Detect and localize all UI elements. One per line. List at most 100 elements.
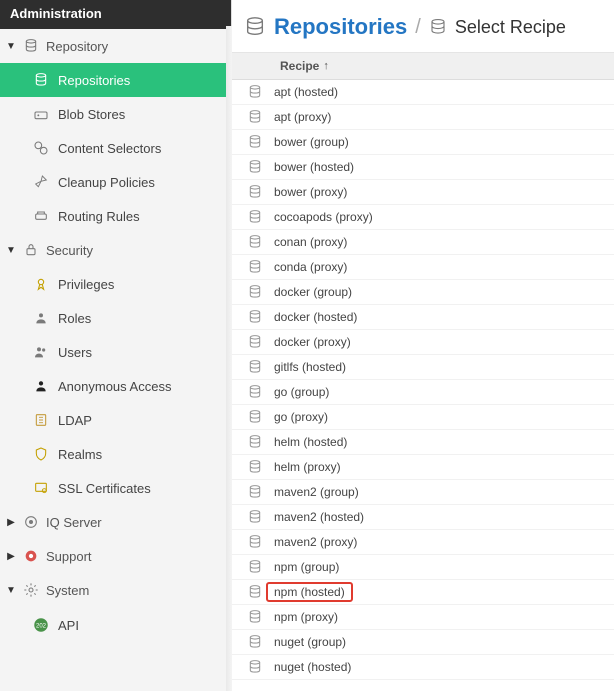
recipe-label: npm (proxy) [274,610,338,624]
nav-item-cleanup-policies[interactable]: Cleanup Policies [0,165,231,199]
roles-icon [32,310,50,326]
recipe-label: docker (proxy) [274,335,351,349]
nav-item-anonymous-access[interactable]: Anonymous Access [0,369,231,403]
nav-item-ssl-certificates[interactable]: SSL Certificates [0,471,231,505]
recipe-row[interactable]: cocoapods (proxy) [232,205,614,230]
db-icon [22,38,40,54]
recipe-label: maven2 (hosted) [274,510,364,524]
recipe-label: nuget (hosted) [274,660,351,674]
nav-item-label: Blob Stores [58,107,125,122]
recipe-label: go (proxy) [274,410,328,424]
caret-right-icon: ▶ [6,551,16,562]
recipe-row[interactable]: conan (proxy) [232,230,614,255]
nav-item-roles[interactable]: Roles [0,301,231,335]
nav-item-label: Content Selectors [58,141,161,156]
recipe-label: gitlfs (hosted) [274,360,346,374]
recipe-row[interactable]: helm (hosted) [232,430,614,455]
recipe-row[interactable]: bower (group) [232,130,614,155]
nav-group-support[interactable]: ▶ Support [0,539,231,573]
caret-down-icon: ▼ [6,245,16,256]
recipe-list: apt (hosted) apt (proxy)bower (group) bowe… [232,80,614,691]
recipe-row[interactable]: apt (proxy) [232,105,614,130]
sidebar: Administration ▼RepositoryRepositoriesBl… [0,0,232,691]
nav-item-label: Realms [58,447,102,462]
recipe-row[interactable]: docker (group) [232,280,614,305]
database-icon [246,209,264,225]
nav-item-routing-rules[interactable]: Routing Rules [0,199,231,233]
recipe-row[interactable]: apt (hosted) [232,80,614,105]
nav-group-security[interactable]: ▼Security [0,233,231,267]
support-icon [22,548,40,564]
recipe-row[interactable]: go (group) [232,380,614,405]
nav-item-privileges[interactable]: Privileges [0,267,231,301]
recipe-label: apt (hosted) [274,85,338,99]
nav-group-label: Support [46,549,92,564]
broom-icon [32,174,50,190]
nav-item-label: Privileges [58,277,114,292]
database-icon [246,184,264,200]
database-icon [246,84,264,100]
database-icon [246,659,264,675]
nav-group-iq-server[interactable]: ▶IQ Server [0,505,231,539]
recipe-row[interactable]: conda (proxy) [232,255,614,280]
nav-item-repositories[interactable]: Repositories [0,63,231,97]
caret-down-icon: ▼ [6,41,16,52]
database-icon [246,359,264,375]
nav-group-label: Repository [46,39,108,54]
recipe-row[interactable]: go (proxy) [232,405,614,430]
recipe-row[interactable]: docker (hosted) [232,305,614,330]
svg-text:202: 202 [36,623,47,629]
database-icon [246,234,264,250]
db-icon [32,72,50,88]
breadcrumb: Repositories / Select Recipe [232,0,614,53]
nav-item-label: API [58,618,79,633]
database-icon [244,16,266,38]
cert-icon [32,480,50,496]
nav-item-users[interactable]: Users [0,335,231,369]
nav-item-api[interactable]: 202 API [0,607,231,643]
nav-group-repository[interactable]: ▼ Repository [0,29,231,63]
recipe-label: conda (proxy) [274,260,347,274]
database-icon [246,609,264,625]
recipe-row[interactable]: npm (hosted) [232,580,614,605]
recipe-label: docker (group) [274,285,352,299]
nav-item-label: Users [58,345,92,360]
nav-group-system[interactable]: ▼System [0,573,231,607]
nav-item-ldap[interactable]: LDAP [0,403,231,437]
recipe-label: docker (hosted) [274,310,357,324]
nav-item-blob-stores[interactable]: Blob Stores [0,97,231,131]
recipe-row[interactable]: docker (proxy) [232,330,614,355]
recipe-row[interactable]: bower (proxy) [232,180,614,205]
database-icon [246,309,264,325]
recipe-row[interactable]: nuget (hosted) [232,655,614,680]
recipe-row[interactable]: npm (group) [232,555,614,580]
ribbon-icon [32,276,50,292]
recipe-label: bower (hosted) [274,160,354,174]
recipe-row[interactable]: npm (proxy) [232,605,614,630]
recipe-label: cocoapods (proxy) [274,210,373,224]
nav-item-label: Repositories [58,73,130,88]
nav-item-label: Routing Rules [58,209,140,224]
nav-item-label: Anonymous Access [58,379,171,394]
database-icon [246,259,264,275]
nav-item-realms[interactable]: Realms [0,437,231,471]
shield-icon [32,446,50,462]
recipe-row[interactable]: maven2 (group) [232,480,614,505]
recipe-label: maven2 (proxy) [274,535,357,549]
person-icon [32,378,50,394]
recipe-row[interactable]: maven2 (proxy) [232,530,614,555]
recipe-row[interactable]: nuget (group) [232,630,614,655]
recipe-label: nuget (group) [274,635,346,649]
database-icon [246,159,264,175]
database-icon [246,634,264,650]
table-header[interactable]: Recipe ↑ [232,53,614,80]
page-title: Repositories [274,14,407,40]
recipe-row[interactable]: gitlfs (hosted) [232,355,614,380]
recipe-row[interactable]: maven2 (hosted) [232,505,614,530]
caret-right-icon: ▶ [6,517,16,528]
recipe-row[interactable]: helm (proxy) [232,455,614,480]
recipe-row[interactable]: bower (hosted) [232,155,614,180]
database-icon [246,584,264,600]
nav-item-content-selectors[interactable]: Content Selectors [0,131,231,165]
database-icon [246,434,264,450]
